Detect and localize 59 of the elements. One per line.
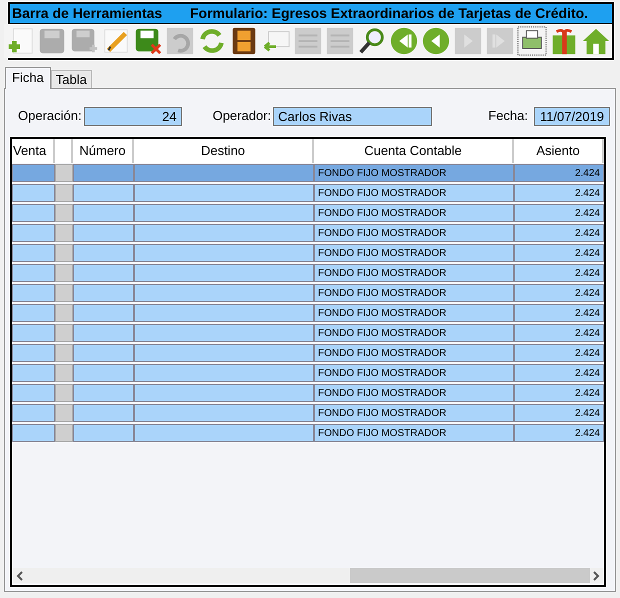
toolbar-title: Barra de Herramientas: [12, 4, 164, 23]
tab[interactable]: Tabla: [50, 70, 92, 88]
table-cell: FONDO FIJO MOSTRADOR: [314, 364, 514, 382]
table-row[interactable]: FONDO FIJO MOSTRADOR 2.424: [12, 383, 604, 403]
date-field[interactable]: 11/07/2019: [534, 106, 610, 126]
field-label: Operación:: [18, 107, 82, 126]
scroll-right-icon[interactable]: [591, 570, 601, 580]
table-cell: FONDO FIJO MOSTRADOR: [314, 344, 514, 362]
table-cell: 2.424: [514, 264, 604, 282]
table-row[interactable]: FONDO FIJO MOSTRADOR 2.424: [12, 263, 604, 283]
table-cell: 2.424: [514, 204, 604, 222]
tab[interactable]: Ficha: [5, 67, 51, 89]
table-cell: 2.424: [514, 344, 604, 362]
table-row[interactable]: FONDO FIJO MOSTRADOR 2.424: [12, 363, 604, 383]
previous-icon[interactable]: [420, 26, 451, 56]
table-cell: 2.424: [514, 384, 604, 402]
scrollbar-thumb[interactable]: [350, 568, 590, 583]
table-cell: FONDO FIJO MOSTRADOR: [314, 424, 514, 442]
table-row[interactable]: FONDO FIJO MOSTRADOR 2.424: [12, 303, 604, 323]
table-row[interactable]: FONDO FIJO MOSTRADOR 2.424: [12, 423, 604, 443]
table-row[interactable]: FONDO FIJO MOSTRADOR 2.424: [12, 183, 604, 203]
table-row[interactable]: FONDO FIJO MOSTRADOR 2.424: [12, 223, 604, 243]
printer-icon[interactable]: [516, 26, 547, 56]
table-cell: FONDO FIJO MOSTRADOR: [314, 244, 514, 262]
operation-field[interactable]: 24: [84, 106, 182, 126]
table-row[interactable]: FONDO FIJO MOSTRADOR 2.424: [12, 203, 604, 223]
scroll-left-icon[interactable]: [15, 570, 25, 580]
table-cell: 2.424: [514, 224, 604, 242]
operator-field[interactable]: Carlos Rivas: [273, 106, 432, 126]
table-cell: 2.424: [514, 284, 604, 302]
home-icon[interactable]: [580, 26, 611, 56]
table-cell: FONDO FIJO MOSTRADOR: [314, 164, 514, 182]
table-row[interactable]: FONDO FIJO MOSTRADOR 2.424: [12, 283, 604, 303]
table-row[interactable]: FONDO FIJO MOSTRADOR 2.424: [12, 403, 604, 423]
field-label: Operador:: [212, 107, 272, 126]
table-row[interactable]: FONDO FIJO MOSTRADOR 2.424: [12, 243, 604, 263]
table-cell: FONDO FIJO MOSTRADOR: [314, 264, 514, 282]
table-cell: FONDO FIJO MOSTRADOR: [314, 284, 514, 302]
column-header[interactable]: Venta: [12, 139, 55, 163]
table-row[interactable]: FONDO FIJO MOSTRADOR 2.424: [12, 343, 604, 363]
table-cell: FONDO FIJO MOSTRADOR: [314, 184, 514, 202]
table-row[interactable]: FONDO FIJO MOSTRADOR 2.424: [12, 323, 604, 343]
table-cell: FONDO FIJO MOSTRADOR: [314, 324, 514, 342]
table-cell: 2.424: [514, 184, 604, 202]
table-cell: 2.424: [514, 424, 604, 442]
table-cell: 2.424: [514, 404, 604, 422]
table-cell: 2.424: [514, 244, 604, 262]
window-title: Formulario: Egresos Extraordinarios de Tarjetas de Crédito.: [190, 4, 588, 23]
table-cell: 2.424: [514, 364, 604, 382]
table-row[interactable]: FONDO FIJO MOSTRADOR 2.424: [12, 163, 604, 183]
table-cell: 2.424: [514, 304, 604, 322]
table-cell: FONDO FIJO MOSTRADOR: [314, 204, 514, 222]
table-cell: FONDO FIJO MOSTRADOR: [314, 304, 514, 322]
field-label: Fecha:: [488, 107, 528, 126]
table-cell: 2.424: [514, 164, 604, 182]
table-cell: FONDO FIJO MOSTRADOR: [314, 224, 514, 242]
table-cell: FONDO FIJO MOSTRADOR: [314, 384, 514, 402]
table-cell: 2.424: [514, 324, 604, 342]
table-cell: FONDO FIJO MOSTRADOR: [314, 404, 514, 422]
